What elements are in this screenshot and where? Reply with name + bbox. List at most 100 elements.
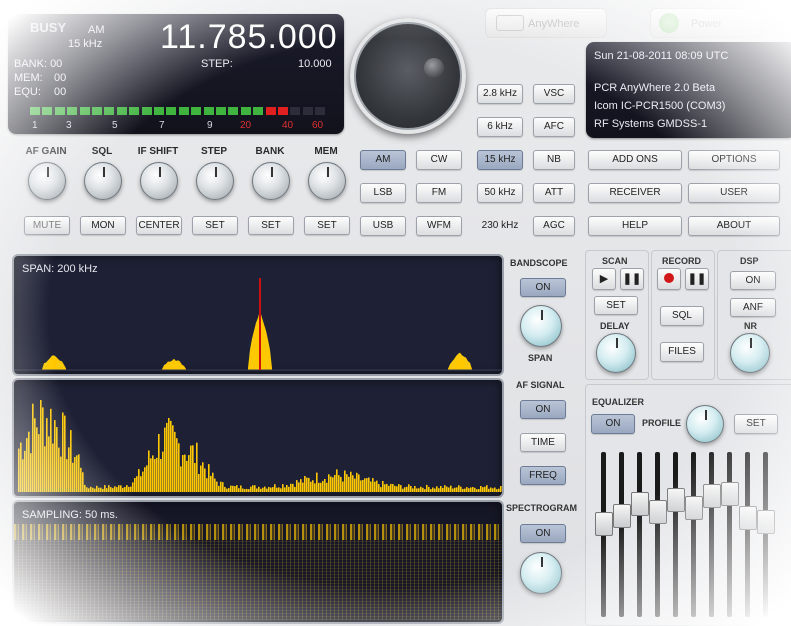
af-time-button[interactable]: TIME — [520, 433, 566, 452]
eq-slider-thumb[interactable] — [649, 500, 667, 524]
scan-pause-button[interactable]: ❚❚ — [620, 268, 644, 290]
mode-lsb-button[interactable]: LSB — [360, 183, 406, 203]
files-button[interactable]: FILES — [660, 342, 704, 362]
nr-knob[interactable] — [730, 333, 770, 373]
vu-segment — [216, 107, 226, 115]
vu-segment — [191, 107, 201, 115]
receiver-button[interactable]: RECEIVER — [588, 183, 682, 203]
af-signal-display[interactable] — [12, 378, 504, 498]
att-button[interactable]: ATT — [533, 183, 575, 203]
af-bar — [458, 485, 460, 492]
equalizer-on-button[interactable]: ON — [591, 414, 635, 434]
record-pause-button[interactable]: ❚❚ — [685, 268, 709, 290]
sampling-knob[interactable] — [520, 552, 562, 594]
equalizer-set-button[interactable]: SET — [734, 414, 778, 434]
scale-tick: 1 — [32, 120, 38, 131]
anf-button[interactable]: ANF — [730, 298, 776, 317]
af-bar — [116, 487, 118, 492]
nb-button[interactable]: NB — [533, 150, 575, 170]
step-knob[interactable] — [196, 162, 234, 200]
eq-slider-thumb[interactable] — [667, 488, 685, 512]
af-bar — [154, 459, 156, 492]
sql-knob[interactable] — [84, 162, 122, 200]
af-bar — [446, 487, 448, 492]
help-button[interactable]: HELP — [588, 216, 682, 236]
af-bar — [444, 485, 446, 492]
vu-segment — [241, 107, 251, 115]
eq-slider-thumb[interactable] — [757, 510, 775, 534]
filter-6khz-button[interactable]: 6 kHz — [477, 117, 523, 137]
eq-slider-thumb[interactable] — [595, 512, 613, 536]
af-bar — [238, 488, 240, 492]
vsc-button[interactable]: VSC — [533, 84, 575, 104]
af-bar — [214, 479, 216, 492]
mem-knob[interactable] — [308, 162, 346, 200]
af-bar — [448, 488, 450, 493]
scan-set-button[interactable]: SET — [594, 296, 638, 315]
profile-knob[interactable] — [686, 405, 724, 443]
if-shift-knob[interactable] — [140, 162, 178, 200]
eq-slider-thumb[interactable] — [721, 482, 739, 506]
add-ons-button[interactable]: ADD ONS — [588, 150, 682, 170]
agc-button[interactable]: AGC — [533, 216, 575, 236]
about-button[interactable]: ABOUT — [688, 216, 780, 236]
af-bar — [194, 463, 196, 492]
af-bar — [384, 484, 386, 492]
af-bar — [462, 489, 464, 492]
mode-fm-button[interactable]: FM — [416, 183, 462, 203]
af-freq-button[interactable]: FREQ — [520, 466, 566, 485]
pcr-anywhere-window: AnyWhere Power BUSY AM 15 kHz 11.785.000… — [0, 0, 791, 626]
vu-segment — [55, 107, 65, 115]
af-bar — [172, 425, 174, 492]
scale-tick: 20 — [240, 120, 251, 131]
af-bar — [256, 489, 258, 493]
mem-set-button[interactable]: SET — [304, 216, 350, 235]
af-bar — [260, 489, 262, 492]
bank-set-button[interactable]: SET — [248, 216, 294, 235]
user-button[interactable]: USER — [688, 183, 780, 203]
span-knob[interactable] — [520, 305, 562, 347]
af-bar — [144, 467, 146, 492]
filter-50khz-button[interactable]: 50 kHz — [477, 183, 523, 203]
delay-knob[interactable] — [596, 333, 636, 373]
eq-slider-thumb[interactable] — [613, 504, 631, 528]
mode-am-button[interactable]: AM — [360, 150, 406, 170]
step-knob-label: STEP — [184, 146, 244, 157]
af-bar — [456, 487, 458, 492]
record-sql-button[interactable]: SQL — [660, 306, 704, 326]
eq-slider-track — [637, 452, 642, 617]
afc-button[interactable]: AFC — [533, 117, 575, 137]
record-button[interactable] — [657, 268, 681, 290]
eq-slider-thumb[interactable] — [631, 492, 649, 516]
af-signal-on-button[interactable]: ON — [520, 400, 566, 419]
step-set-button[interactable]: SET — [192, 216, 238, 235]
mode-usb-button[interactable]: USB — [360, 216, 406, 236]
tuning-knob[interactable] — [350, 18, 466, 134]
center-button[interactable]: CENTER — [136, 216, 182, 235]
spectrogram-on-button[interactable]: ON — [520, 524, 566, 543]
bank-knob[interactable] — [252, 162, 290, 200]
af-bar — [248, 489, 250, 492]
af-gain-knob[interactable] — [28, 162, 66, 200]
dsp-on-button[interactable]: ON — [730, 271, 776, 290]
eq-slider-thumb[interactable] — [685, 496, 703, 520]
mode-cw-button[interactable]: CW — [416, 150, 462, 170]
mode-wfm-button[interactable]: WFM — [416, 216, 462, 236]
bandscope-display[interactable]: SPAN: 200 kHz — [12, 254, 504, 376]
power-button[interactable]: Power — [650, 8, 762, 38]
spectrogram-display[interactable]: SAMPLING: 50 ms. — [12, 500, 504, 624]
af-bar — [442, 488, 444, 492]
mon-button[interactable]: MON — [80, 216, 126, 235]
filter-15khz-button[interactable]: 15 kHz — [477, 150, 523, 170]
filter-2.8khz-button[interactable]: 2.8 kHz — [477, 84, 523, 104]
eq-slider-thumb[interactable] — [703, 484, 721, 508]
mute-button[interactable]: MUTE — [24, 216, 70, 235]
eq-slider-thumb[interactable] — [739, 506, 757, 530]
bandscope-on-button[interactable]: ON — [520, 278, 566, 297]
af-bar — [26, 438, 28, 492]
anywhere-button[interactable]: AnyWhere — [485, 8, 607, 38]
af-bar — [148, 451, 150, 493]
scan-play-button[interactable]: ▶ — [592, 268, 616, 290]
options-button[interactable]: OPTIONS — [688, 150, 780, 170]
filter-230khz-button[interactable]: 230 kHz — [477, 216, 523, 236]
